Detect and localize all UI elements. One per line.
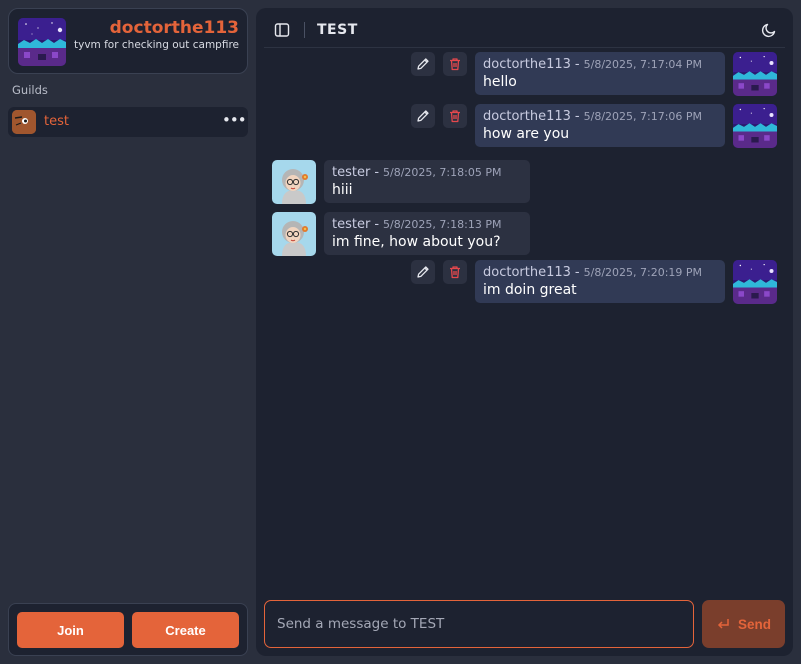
chat-header: TEST xyxy=(264,8,785,48)
create-button[interactable]: Create xyxy=(132,612,239,648)
message-text: hiii xyxy=(332,182,353,198)
profile-username: doctorthe113 xyxy=(109,18,239,38)
message-bubble: doctorthe113-5/8/2025, 7:20:19 PM im doin… xyxy=(475,260,725,303)
avatar[interactable] xyxy=(272,160,316,204)
edit-icon[interactable] xyxy=(411,104,435,128)
send-label: Send xyxy=(737,616,771,632)
message-meta: doctorthe113-5/8/2025, 7:17:06 PM xyxy=(483,109,717,124)
profile-card: doctorthe113 tyvm for checking out campf… xyxy=(8,8,248,74)
edit-icon[interactable] xyxy=(411,52,435,76)
message-author: tester xyxy=(332,165,371,180)
message-timestamp: 5/8/2025, 7:18:13 PM xyxy=(383,218,502,231)
message-timestamp: 5/8/2025, 7:17:04 PM xyxy=(583,58,703,71)
message-text: im doin great xyxy=(483,282,577,298)
guild-actions: Join Create xyxy=(8,603,248,656)
message-separator: - xyxy=(574,57,580,72)
join-button[interactable]: Join xyxy=(17,612,124,648)
message-bubble: tester -5/8/2025, 7:18:13 PM im fine, how … xyxy=(324,212,530,255)
avatar[interactable] xyxy=(733,52,777,96)
more-options-icon[interactable]: ••• xyxy=(222,111,247,133)
message-meta: tester -5/8/2025, 7:18:13 PM xyxy=(332,217,522,232)
avatar[interactable] xyxy=(272,212,316,256)
message-separator: - xyxy=(374,217,380,232)
message-input[interactable] xyxy=(264,600,694,648)
message-separator: - xyxy=(574,109,580,124)
moon-icon[interactable] xyxy=(761,22,777,38)
edit-icon[interactable] xyxy=(411,260,435,284)
message-timestamp: 5/8/2025, 7:17:06 PM xyxy=(583,110,703,123)
guilds-heading: Guilds xyxy=(12,83,48,97)
sidebar: doctorthe113 tyvm for checking out campf… xyxy=(0,0,256,664)
avatar[interactable] xyxy=(18,18,66,66)
message-text: hello xyxy=(483,74,517,90)
message-author: doctorthe113 xyxy=(483,265,571,280)
enter-icon xyxy=(717,619,729,629)
send-button[interactable]: Send xyxy=(702,600,785,648)
message-separator: - xyxy=(374,165,380,180)
message-separator: - xyxy=(574,265,580,280)
message-text: how are you xyxy=(483,126,570,142)
delete-icon[interactable] xyxy=(443,104,467,128)
message-timestamp: 5/8/2025, 7:20:19 PM xyxy=(583,266,703,279)
guild-item-test[interactable]: test ••• xyxy=(8,107,248,137)
message-meta: doctorthe113-5/8/2025, 7:20:19 PM xyxy=(483,265,717,280)
channel-title: TEST xyxy=(317,22,358,38)
avatar[interactable] xyxy=(733,104,777,148)
guild-name: test xyxy=(44,114,69,129)
message-author: tester xyxy=(332,217,371,232)
avatar[interactable] xyxy=(733,260,777,304)
guild-icon xyxy=(12,110,36,134)
message-bubble: doctorthe113-5/8/2025, 7:17:04 PM hello xyxy=(475,52,725,95)
profile-status: tyvm for checking out campfire xyxy=(74,39,239,51)
message-text: im fine, how about you? xyxy=(332,234,501,250)
delete-icon[interactable] xyxy=(443,52,467,76)
sidebar-toggle-icon[interactable] xyxy=(274,22,290,38)
message-timestamp: 5/8/2025, 7:18:05 PM xyxy=(383,166,502,179)
message-bubble: tester -5/8/2025, 7:18:05 PM hiii xyxy=(324,160,530,203)
message-meta: doctorthe113-5/8/2025, 7:17:04 PM xyxy=(483,57,717,72)
message-author: doctorthe113 xyxy=(483,57,571,72)
message-meta: tester -5/8/2025, 7:18:05 PM xyxy=(332,165,522,180)
message-bubble: doctorthe113-5/8/2025, 7:17:06 PM how are… xyxy=(475,104,725,147)
delete-icon[interactable] xyxy=(443,260,467,284)
header-divider xyxy=(304,22,305,38)
message-author: doctorthe113 xyxy=(483,109,571,124)
